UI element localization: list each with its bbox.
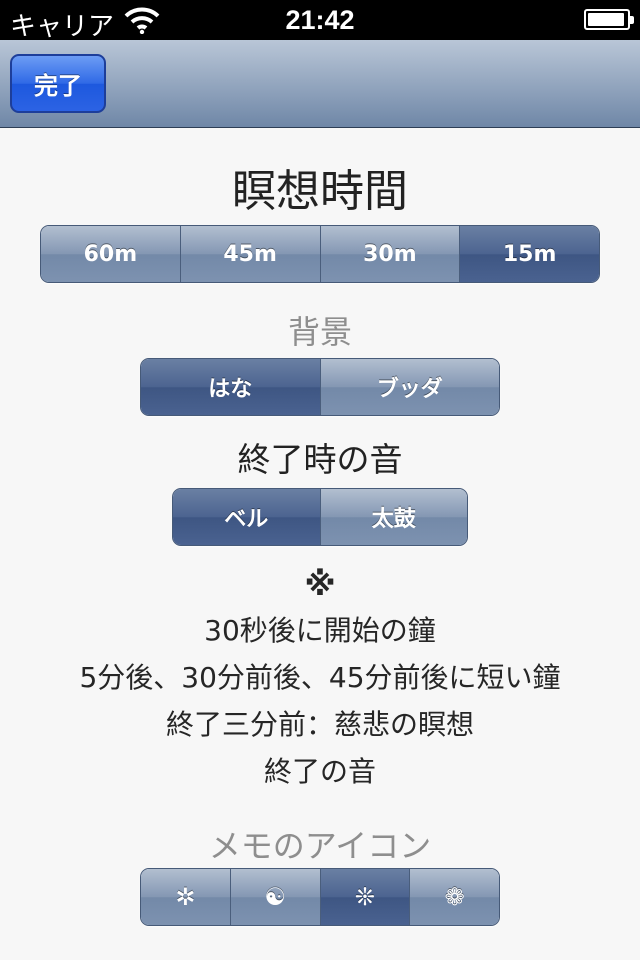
memo-icon-segment: ✲ ☯ ❊ ❁ bbox=[140, 868, 500, 926]
segment-60m[interactable]: 60m bbox=[41, 226, 180, 282]
segment-asterisk-icon[interactable]: ✲ bbox=[141, 869, 230, 925]
segment-15m[interactable]: 15m bbox=[459, 226, 599, 282]
meditation-time-segment: 60m 45m 30m 15m bbox=[40, 225, 600, 283]
battery-icon bbox=[584, 9, 634, 30]
asterisk-icon: ✲ bbox=[175, 883, 196, 911]
background-segment: はな ブッダ bbox=[140, 358, 500, 416]
segment-flower-icon[interactable]: ❁ bbox=[409, 869, 499, 925]
background-title: 背景 bbox=[287, 313, 352, 351]
status-bar: キャリア 21:42 bbox=[0, 0, 640, 41]
notes-mark: ※ bbox=[304, 565, 336, 603]
segment-buddha[interactable]: ブッダ bbox=[319, 359, 499, 415]
yin-yang-icon: ☯ bbox=[264, 883, 286, 911]
end-sound-title: 終了時の音 bbox=[237, 440, 403, 479]
memo-icon-title: メモのアイコン bbox=[208, 827, 432, 865]
end-sound-segment: ベル 太鼓 bbox=[172, 488, 468, 546]
meditation-time-title: 瞑想時間 bbox=[232, 166, 408, 217]
segment-yin-yang-icon[interactable]: ☯ bbox=[229, 869, 320, 925]
status-time: 21:42 bbox=[285, 5, 355, 35]
note-line-1: 30秒後に開始の鐘 bbox=[204, 614, 436, 647]
segment-sparkle-icon[interactable]: ❊ bbox=[319, 869, 410, 925]
segment-taiko[interactable]: 太鼓 bbox=[319, 489, 467, 545]
segment-45m[interactable]: 45m bbox=[179, 226, 320, 282]
segment-hana[interactable]: はな bbox=[141, 359, 320, 415]
done-button[interactable]: 完了 bbox=[10, 54, 106, 113]
note-line-3: 終了三分前：慈悲の瞑想 bbox=[165, 708, 474, 741]
note-line-4: 終了の音 bbox=[263, 755, 376, 788]
navigation-bar: 完了 bbox=[0, 40, 640, 128]
battery-level bbox=[588, 13, 624, 26]
flower-icon: ❁ bbox=[444, 883, 465, 911]
segment-30m[interactable]: 30m bbox=[319, 226, 460, 282]
note-line-2: 5分後、30分前後、45分前後に短い鐘 bbox=[79, 661, 561, 694]
settings-content: 瞑想時間 60m 45m 30m 15m 背景 はな ブッダ 終了時の音 ベル … bbox=[0, 129, 640, 960]
segment-bell[interactable]: ベル bbox=[173, 489, 320, 545]
sparkle-icon: ❊ bbox=[354, 883, 375, 911]
